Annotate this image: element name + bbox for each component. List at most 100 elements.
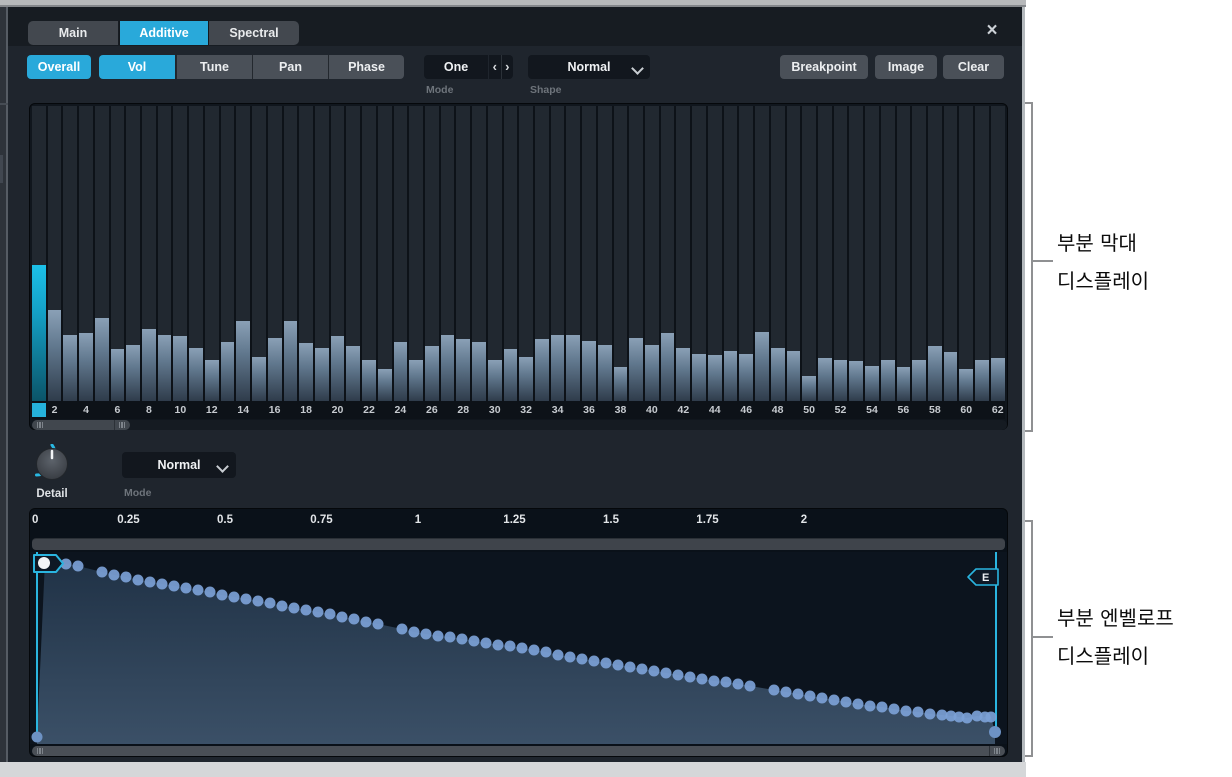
envelope-point[interactable] [121,572,132,583]
partial-bar-slot[interactable] [95,106,109,401]
envelope-point[interactable] [445,632,456,643]
envelope-point[interactable] [733,679,744,690]
partial-bar[interactable] [849,361,863,401]
partial-bar-slot[interactable] [425,106,439,401]
partial-bar-slot[interactable] [362,106,376,401]
envelope-zoom-strip[interactable] [32,538,1005,550]
partial-bar-slot[interactable] [221,106,235,401]
envelope-point[interactable] [745,681,756,692]
envelope-point[interactable] [145,577,156,588]
partial-bar-slot[interactable] [708,106,722,401]
partial-bar[interactable] [834,360,848,401]
partial-bar[interactable] [645,345,659,401]
envelope-point[interactable] [229,592,240,603]
partial-bar-slot[interactable] [897,106,911,401]
partial-bar[interactable] [897,367,911,401]
partial-bar-slot[interactable] [331,106,345,401]
envelope-point[interactable] [577,654,588,665]
partial-bar-slot[interactable] [959,106,973,401]
partial-bar[interactable] [252,357,266,401]
partial-bar[interactable] [158,335,172,401]
envelope-point[interactable] [565,652,576,663]
partial-bar[interactable] [95,318,109,401]
partial-bar-slot[interactable] [928,106,942,401]
partial-bar-slot[interactable] [378,106,392,401]
envelope-point[interactable] [421,629,432,640]
partial-bar[interactable] [771,348,785,401]
partial-bar-slot[interactable] [661,106,675,401]
envelope-point[interactable] [205,587,216,598]
partial-bar[interactable] [708,355,722,401]
partial-bar-slot[interactable] [834,106,848,401]
partial-bar-slot[interactable] [598,106,612,401]
partial-bar-slot[interactable] [739,106,753,401]
partial-bar[interactable] [126,345,140,401]
segment-pan[interactable]: Pan [252,55,328,79]
envelope-point[interactable] [457,634,468,645]
start-marker-handle[interactable] [38,557,50,569]
stepper-prev-icon[interactable]: ‹ [489,55,502,79]
envelope-point[interactable] [397,624,408,635]
envelope-point[interactable] [241,594,252,605]
envelope-point[interactable] [169,581,180,592]
partial-bar[interactable] [48,310,62,401]
detail-knob[interactable] [31,444,73,486]
envelope-point[interactable] [829,695,840,706]
envelope-point[interactable] [193,585,204,596]
partial-bar-slot[interactable] [724,106,738,401]
partial-bar[interactable] [346,346,360,401]
envelope-point[interactable] [721,677,732,688]
envelope-point[interactable] [109,570,120,581]
partial-bar-slot[interactable] [771,106,785,401]
envelope-point[interactable] [793,689,804,700]
breakpoint-button[interactable]: Breakpoint [780,55,868,79]
partial-bar[interactable] [409,360,423,401]
partial-bar-slot[interactable] [912,106,926,401]
partial-bar[interactable] [488,360,502,401]
partial-bar-slot[interactable] [975,106,989,401]
envelope-point[interactable] [541,647,552,658]
bar-display-scrollbar-track[interactable] [32,420,1007,430]
envelope-canvas[interactable]: E [30,552,1007,744]
time-ruler[interactable]: 00.250.50.7511.251.51.752 [30,509,1007,536]
partial-bar-slot[interactable] [79,106,93,401]
overall-button[interactable]: Overall [27,55,91,79]
partial-bar-slot[interactable] [802,106,816,401]
partial-bar[interactable] [692,354,706,401]
envelope-point[interactable] [277,601,288,612]
partial-bar[interactable] [566,335,580,401]
partial-bar-slot[interactable] [991,106,1005,401]
partial-bar-slot[interactable] [849,106,863,401]
segment-vol[interactable]: Vol [99,55,175,79]
partial-bar-slot[interactable] [566,106,580,401]
envelope-point[interactable] [325,609,336,620]
partial-bar[interactable] [331,336,345,401]
envelope-point[interactable] [505,641,516,652]
partial-bar-slot[interactable] [126,106,140,401]
envelope-point[interactable] [157,579,168,590]
envelope-point[interactable] [877,702,888,713]
envelope-point[interactable] [493,640,504,651]
partial-bar-display[interactable]: H1 -20.29dB 2468101214161820222426283032… [29,103,1008,430]
clear-button[interactable]: Clear [943,55,1004,79]
envelope-point[interactable] [481,638,492,649]
partial-bar[interactable] [614,367,628,401]
envelope-scrollbar[interactable] [32,746,1005,756]
envelope-point[interactable] [73,561,84,572]
partial-bar-slot[interactable] [346,106,360,401]
envelope-point[interactable] [817,693,828,704]
partial-bar[interactable] [629,338,643,401]
envelope-point[interactable] [97,567,108,578]
partial-bar-slot[interactable] [488,106,502,401]
partial-bar[interactable] [205,360,219,401]
envelope-point[interactable] [301,605,312,616]
partial-bar-slot[interactable] [142,106,156,401]
partial-bar-slot[interactable] [252,106,266,401]
envelope-point[interactable] [913,707,924,718]
partial-bar-slot[interactable] [205,106,219,401]
partial-bar[interactable] [472,342,486,401]
partial-bar-slot[interactable] [504,106,518,401]
partial-bar-slot[interactable] [48,106,62,401]
envelope-point[interactable] [889,704,900,715]
partial-bar[interactable] [221,342,235,401]
